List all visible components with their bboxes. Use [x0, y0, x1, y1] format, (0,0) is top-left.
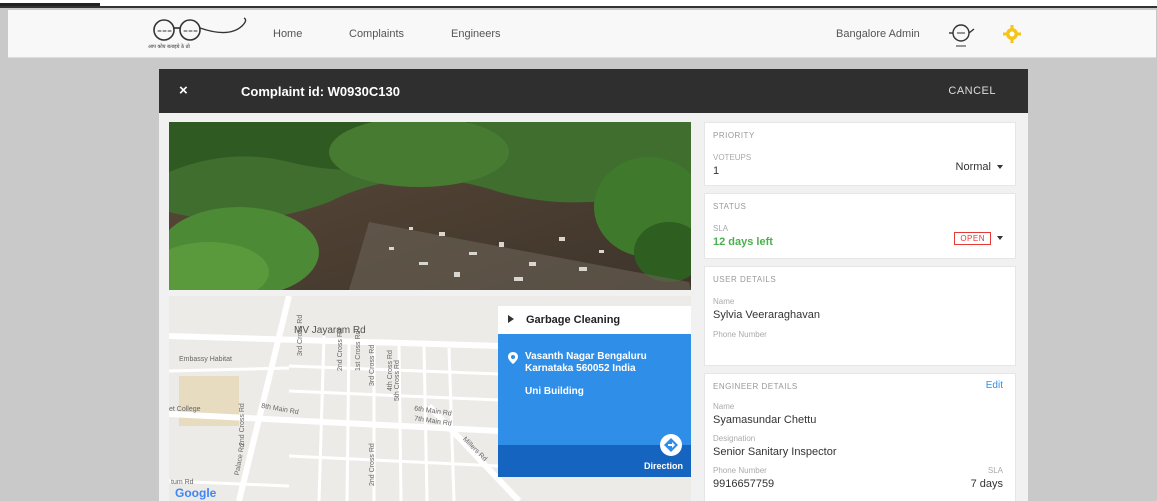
- status-card: STATUS SLA 12 days left OPEN: [704, 193, 1016, 259]
- engineer-name: Syamasundar Chettu: [713, 414, 817, 426]
- edit-engineer-link[interactable]: Edit: [986, 380, 1003, 391]
- priority-select[interactable]: Normal: [956, 161, 1003, 173]
- user-details-heading: USER DETAILS: [713, 275, 777, 284]
- map-road-label: 3rd Cross Rd: [369, 344, 376, 386]
- spectacles-logo-icon: === === आप कोय बताइये ठे ठो: [148, 17, 247, 50]
- info-card-header[interactable]: Garbage Cleaning: [498, 306, 691, 334]
- user-details-card: USER DETAILS Name Sylvia Veeraraghavan P…: [704, 266, 1016, 366]
- engineer-phone-label: Phone Number: [713, 466, 767, 475]
- direction-button[interactable]: [660, 434, 682, 456]
- complaint-category: Garbage Cleaning: [526, 314, 621, 326]
- engineer-name-label: Name: [713, 402, 735, 411]
- browser-top-edge: [0, 0, 1157, 8]
- status-heading: STATUS: [713, 202, 747, 211]
- nav-engineers-link[interactable]: Engineers: [451, 28, 501, 40]
- engineer-designation: Senior Sanitary Inspector: [713, 446, 837, 458]
- settings-gear-icon[interactable]: [1002, 24, 1022, 44]
- map-road-label: 1st Cross Rd: [355, 330, 362, 371]
- direction-arrow-icon: [664, 438, 678, 452]
- complaint-photo[interactable]: [169, 122, 691, 290]
- expand-triangle-icon: [508, 315, 514, 323]
- browser-divider: [0, 6, 1157, 8]
- status-select[interactable]: OPEN: [954, 232, 1003, 245]
- sla-remaining: 12 days left: [713, 236, 773, 248]
- complaint-address: Vasanth Nagar Bengaluru Karnataka 560052…: [525, 351, 647, 374]
- map-road-label: 3rd Cross Rd: [297, 314, 304, 356]
- top-navbar: === === आप कोय बताइये ठे ठो Home Complai…: [8, 10, 1156, 58]
- engineer-details-card: ENGINEER DETAILS Edit Name Syamasundar C…: [704, 373, 1016, 501]
- map-road-label: 5th Cross Rd: [394, 360, 401, 401]
- user-phone-label: Phone Number: [713, 330, 767, 339]
- complaint-title: Complaint id: W0930C130: [241, 84, 400, 99]
- map-road-label: 4th Cross Rd: [387, 350, 394, 391]
- map-road-label: tum Rd: [171, 479, 194, 486]
- engineer-sla: 7 days: [970, 478, 1003, 490]
- map-road-label: 2nd Cross Rd: [239, 403, 246, 446]
- complaint-building: Uni Building: [525, 386, 584, 397]
- status-badge: OPEN: [954, 232, 991, 245]
- chevron-down-icon: [997, 165, 1003, 170]
- location-pin-icon: [508, 352, 518, 364]
- nav-home-link[interactable]: Home: [273, 28, 302, 40]
- chevron-down-icon: [997, 236, 1003, 241]
- complaint-modal-header: × Complaint id: W0930C130 CANCEL: [159, 69, 1028, 113]
- app-logo[interactable]: === === आप कोय बताइये ठे ठो: [144, 16, 256, 50]
- user-name: Sylvia Veeraraghavan: [713, 309, 821, 321]
- map-place-label: Embassy Habitat: [179, 356, 232, 363]
- priority-card: PRIORITY VOTEUPS 1 Normal: [704, 122, 1016, 186]
- voteups-label: VOTEUPS: [713, 153, 752, 162]
- map-place-label: et College: [169, 406, 201, 413]
- engineer-phone: 9916657759: [713, 478, 775, 490]
- nav-complaints-link[interactable]: Complaints: [349, 28, 404, 40]
- sla-label: SLA: [713, 224, 729, 233]
- map-info-card: Garbage Cleaning Vasanth Nagar Bengaluru…: [498, 306, 691, 477]
- close-icon[interactable]: ×: [179, 82, 188, 99]
- svg-text:आप कोय बताइये ठे ठो: आप कोय बताइये ठे ठो: [148, 43, 191, 50]
- designation-label: Designation: [713, 434, 756, 443]
- engineer-sla-label: SLA: [987, 466, 1003, 475]
- map-road-label: 2nd Cross Rd: [369, 443, 376, 486]
- priority-heading: PRIORITY: [713, 131, 755, 140]
- voteups-count: 1: [713, 165, 720, 177]
- profile-spectacles-icon[interactable]: [946, 20, 976, 48]
- svg-text:===: ===: [157, 28, 172, 35]
- map-road-label: 2nd Cross Rd: [337, 328, 344, 371]
- user-name-label: Name: [713, 297, 735, 306]
- priority-value: Normal: [955, 161, 991, 173]
- admin-user-name[interactable]: Bangalore Admin: [836, 28, 920, 40]
- direction-label[interactable]: Direction: [644, 461, 683, 471]
- google-logo: Google: [175, 486, 217, 500]
- engineer-details-heading: ENGINEER DETAILS: [713, 382, 798, 391]
- svg-text:===: ===: [183, 28, 198, 35]
- cancel-button[interactable]: CANCEL: [948, 85, 996, 97]
